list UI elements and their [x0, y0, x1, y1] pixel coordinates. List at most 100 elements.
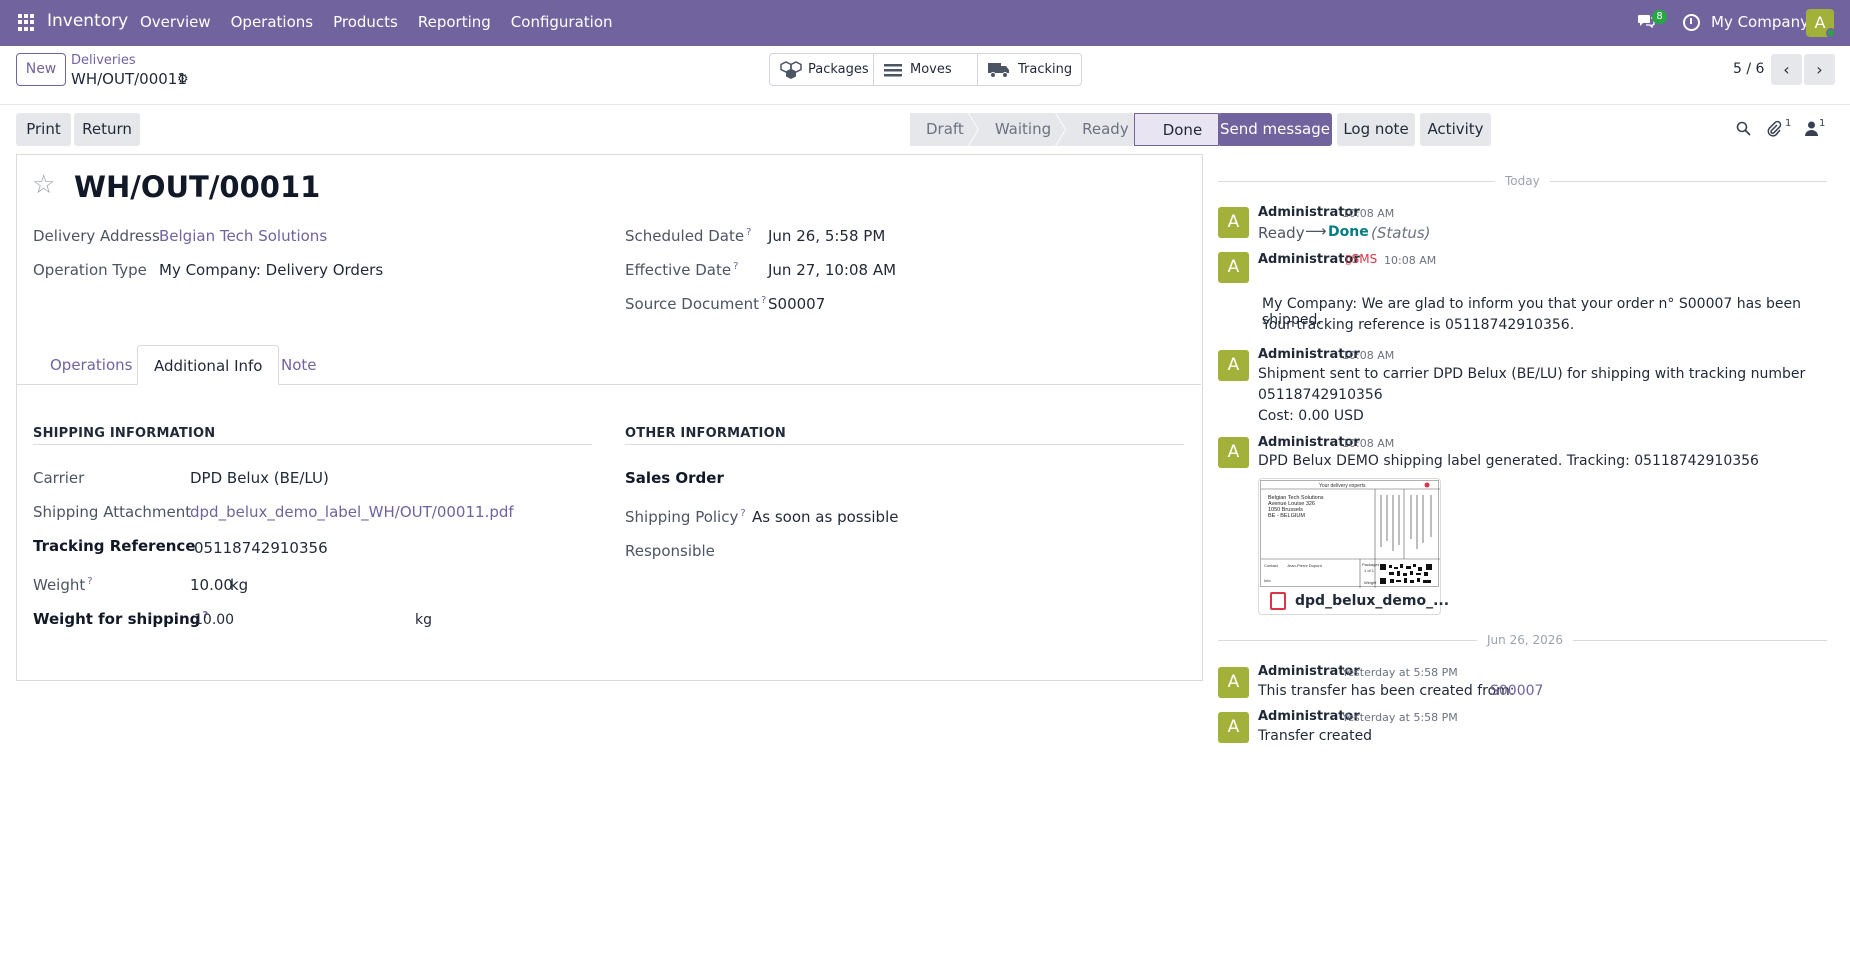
weight-unit: kg [230, 576, 249, 594]
tab-additional-info[interactable]: Additional Info [137, 345, 280, 385]
stage-draft[interactable]: Draft [910, 113, 978, 146]
label-contact-name: Jean-Pierre Dupont [1287, 563, 1323, 568]
menu-overview[interactable]: Overview [140, 13, 211, 31]
label-address-line: BE - BELGIUM [1268, 513, 1305, 519]
avatar[interactable]: A [1218, 350, 1249, 381]
tracking-smart-button[interactable]: Tracking [978, 54, 1081, 85]
gear-icon[interactable]: ⚙ [177, 73, 190, 86]
activity-button[interactable]: Activity [1420, 113, 1491, 146]
stage-ready[interactable]: Ready [1056, 113, 1143, 146]
shipping-attachment-label: Shipping Attachment [33, 503, 192, 521]
scheduled-date-value[interactable]: Jun 26, 5:58 PM [768, 227, 885, 245]
followers-icon[interactable] [1805, 121, 1818, 136]
packages-smart-button[interactable]: Packages [770, 54, 874, 85]
menu-operations[interactable]: Operations [231, 13, 313, 31]
scheduled-date-label-text: Scheduled Date [625, 227, 745, 245]
date-separator-today: Today [1495, 174, 1550, 188]
label-packages-value: 1 of 1 [1364, 568, 1375, 573]
search-icon[interactable] [1736, 121, 1751, 136]
chevron-right-icon: › [1816, 60, 1823, 79]
log-note-button[interactable]: Log note [1337, 113, 1415, 146]
print-button[interactable]: Print [16, 113, 71, 146]
operation-type-value[interactable]: My Company: Delivery Orders [159, 261, 383, 279]
attachment-name[interactable]: dpd_belux_demo_... [1295, 593, 1449, 609]
chevron-left-icon: ‹ [1783, 60, 1790, 79]
moves-smart-button[interactable]: Moves [874, 54, 978, 85]
online-status-dot [1826, 28, 1836, 38]
status-from: Ready [1258, 224, 1305, 242]
shipping-policy-value[interactable]: As soon as possible [752, 508, 898, 526]
pager-previous-button[interactable]: ‹ [1771, 54, 1802, 85]
attachments-count: 1 [1785, 118, 1792, 129]
list-icon [884, 63, 902, 76]
avatar[interactable]: A [1218, 712, 1249, 743]
help-icon[interactable]: ? [746, 227, 751, 238]
menu-configuration[interactable]: Configuration [511, 13, 613, 31]
sms-tag: ▯SMS [1345, 252, 1377, 266]
arrow-right-icon: ⟶ [1305, 222, 1327, 240]
moves-label: Moves [910, 62, 952, 77]
message-body: This transfer has been created from: [1258, 683, 1515, 699]
truck-icon [988, 62, 1009, 78]
apps-menu-icon[interactable] [18, 14, 35, 31]
message-time: Yesterday at 5:58 PM [1342, 666, 1458, 679]
help-icon[interactable]: ? [733, 261, 738, 272]
effective-date-label: Effective Date? [625, 261, 738, 279]
message-time: 10:08 AM [1342, 437, 1395, 450]
status-to: Done [1328, 224, 1369, 240]
operation-type-label: Operation Type [33, 261, 147, 279]
company-switcher[interactable]: My Company [1711, 13, 1809, 31]
avatar[interactable]: A [1218, 252, 1249, 283]
return-button[interactable]: Return [74, 113, 140, 146]
delivery-address-link[interactable]: Belgian Tech Solutions [159, 227, 327, 245]
boxes-icon [780, 60, 802, 79]
label-header: Your delivery experts [1319, 483, 1366, 489]
help-icon[interactable]: ? [87, 576, 92, 587]
qr-code [1379, 563, 1433, 585]
scheduled-date-label: Scheduled Date? [625, 227, 751, 245]
weight-for-shipping-input[interactable]: 10.00 [194, 612, 234, 628]
responsible-label: Responsible [625, 542, 715, 560]
send-message-button[interactable]: Send message [1218, 113, 1332, 146]
tracking-reference-input[interactable]: 05118742910356 [194, 539, 328, 557]
section-divider [33, 444, 592, 445]
section-divider [625, 444, 1184, 445]
menu-products[interactable]: Products [333, 13, 398, 31]
message-body-line3: Cost: 0.00 USD [1258, 408, 1364, 424]
pager-next-button[interactable]: › [1804, 54, 1835, 85]
tab-note[interactable]: Note [265, 345, 333, 385]
activity-clock-icon[interactable] [1683, 14, 1700, 31]
help-icon[interactable]: ? [761, 295, 766, 306]
avatar[interactable]: A [1218, 667, 1249, 698]
breadcrumb-deliveries[interactable]: Deliveries [71, 53, 136, 68]
main-menu: Overview Operations Products Reporting C… [140, 13, 633, 31]
carrier-value[interactable]: DPD Belux (BE/LU) [190, 469, 329, 487]
stage-waiting[interactable]: Waiting [969, 113, 1065, 146]
delivery-address-label: Delivery Address [33, 227, 160, 245]
shipping-attachment-link[interactable]: dpd_belux_demo_label_WH/OUT/00011.pdf [190, 503, 514, 521]
shipping-label-preview[interactable]: Your delivery experts Belgian Tech Solut… [1260, 480, 1440, 588]
paperclip-icon[interactable] [1766, 120, 1782, 137]
avatar[interactable]: A [1218, 207, 1249, 238]
menu-reporting[interactable]: Reporting [418, 13, 491, 31]
label-weight: Weight [1364, 580, 1377, 585]
messages-count-badge: 8 [1652, 10, 1667, 24]
star-icon[interactable]: ☆ [32, 172, 55, 198]
followers-count: 1 [1819, 118, 1826, 129]
app-name[interactable]: Inventory [47, 11, 128, 31]
pager-value[interactable]: 5 / 6 [1733, 61, 1764, 77]
stage-done[interactable]: Done [1133, 113, 1220, 146]
help-icon[interactable]: ? [740, 508, 745, 519]
new-button[interactable]: New [16, 53, 66, 86]
avatar[interactable]: A [1218, 437, 1249, 468]
label-info: Info [1264, 578, 1271, 583]
source-order-link[interactable]: S00007 [1490, 683, 1543, 699]
tab-operations[interactable]: Operations [34, 345, 148, 385]
weight-for-shipping-unit: kg [415, 612, 432, 628]
message-time: 10:08 AM [1342, 207, 1395, 220]
weight-label: Weight? [33, 576, 93, 594]
record-title: WH/OUT/00011 [74, 170, 321, 204]
source-document-value[interactable]: S00007 [768, 295, 825, 313]
packages-label: Packages [808, 62, 869, 77]
pdf-file-icon [1270, 592, 1286, 610]
